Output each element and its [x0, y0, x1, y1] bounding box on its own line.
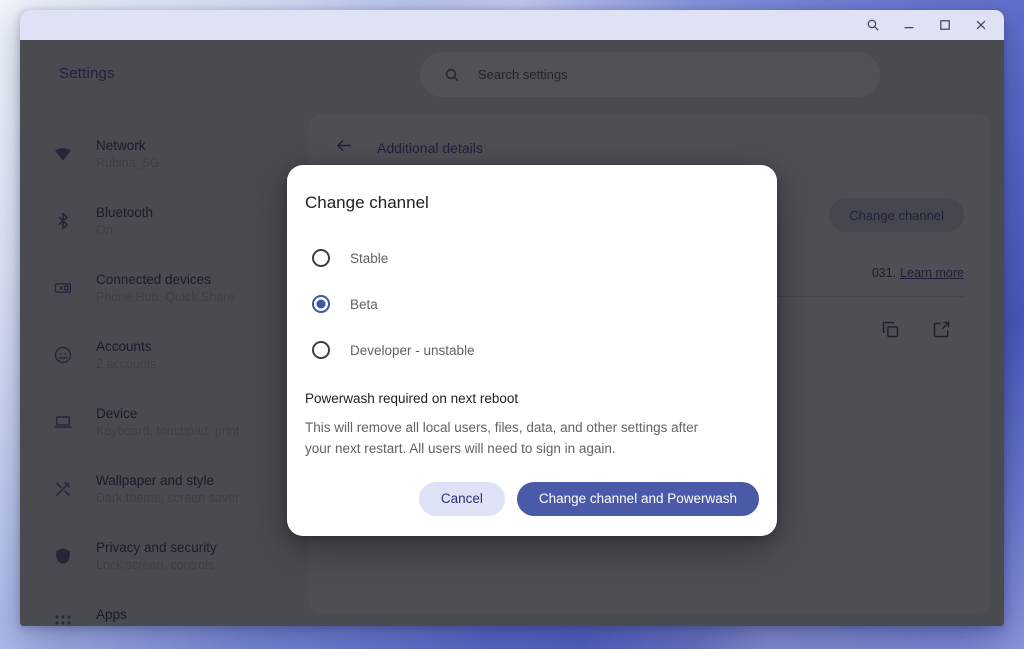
dialog-actions: Cancel Change channel and Powerwash [287, 460, 777, 516]
powerwash-warning-body: This will remove all local users, files,… [305, 420, 699, 456]
radio-button-selected[interactable] [312, 295, 330, 313]
minimize-button[interactable] [892, 12, 926, 38]
radio-option-beta[interactable]: Beta [305, 281, 759, 327]
dialog-title: Change channel [305, 193, 429, 212]
settings-window: Settings Search settings Network Rubina_… [20, 10, 1004, 626]
radio-button[interactable] [312, 341, 330, 359]
cancel-button[interactable]: Cancel [418, 481, 505, 516]
radio-option-developer[interactable]: Developer - unstable [305, 327, 759, 373]
radio-button[interactable] [312, 249, 330, 267]
channel-radio-group: Stable Beta Developer - unstable [287, 213, 777, 377]
radio-label: Stable [350, 250, 389, 266]
maximize-button[interactable] [928, 12, 962, 38]
window-titlebar [20, 10, 1004, 40]
confirm-change-channel-button[interactable]: Change channel and Powerwash [516, 481, 759, 516]
radio-label: Beta [350, 296, 378, 312]
radio-option-stable[interactable]: Stable [305, 235, 759, 281]
powerwash-warning-heading: Powerwash required on next reboot [305, 391, 519, 406]
change-channel-dialog: Change channel Stable Beta Developer - u… [287, 165, 777, 536]
close-button[interactable] [964, 12, 998, 38]
radio-label: Developer - unstable [350, 342, 475, 358]
zoom-button[interactable] [856, 12, 890, 38]
